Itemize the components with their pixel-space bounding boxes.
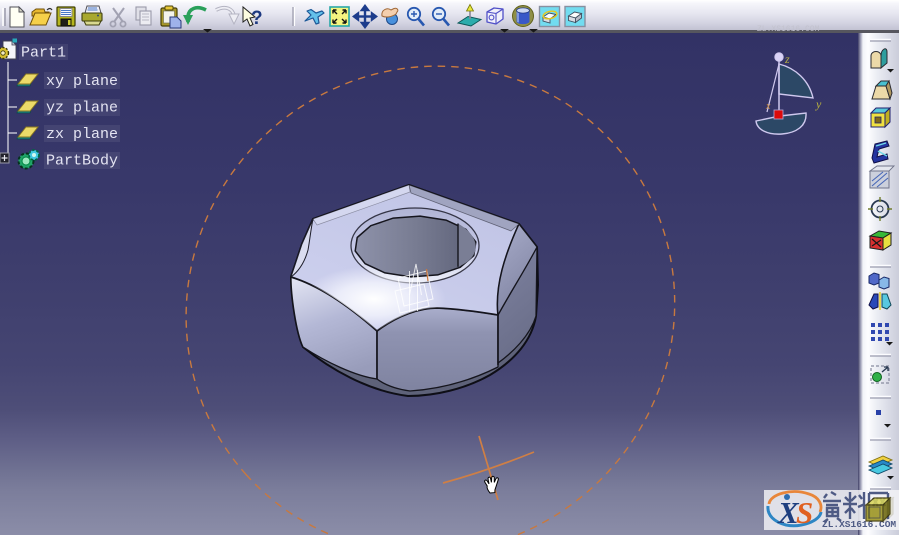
svg-text:zx plane: zx plane — [46, 126, 118, 143]
svg-text:?: ? — [251, 8, 263, 29]
svg-text:PartBody: PartBody — [46, 153, 118, 170]
svg-text:xy plane: xy plane — [46, 73, 118, 90]
svg-text:z: z — [784, 52, 790, 66]
svg-text:x: x — [765, 101, 771, 112]
svg-text:ZL.XS1616.COM: ZL.XS1616.COM — [757, 25, 820, 34]
svg-text:y: y — [815, 97, 822, 111]
svg-text:Part1: Part1 — [21, 45, 66, 62]
svg-text:ZL.XS1616.COM: ZL.XS1616.COM — [822, 519, 896, 530]
svg-text:S: S — [796, 495, 813, 530]
svg-text:yz plane: yz plane — [46, 100, 118, 117]
